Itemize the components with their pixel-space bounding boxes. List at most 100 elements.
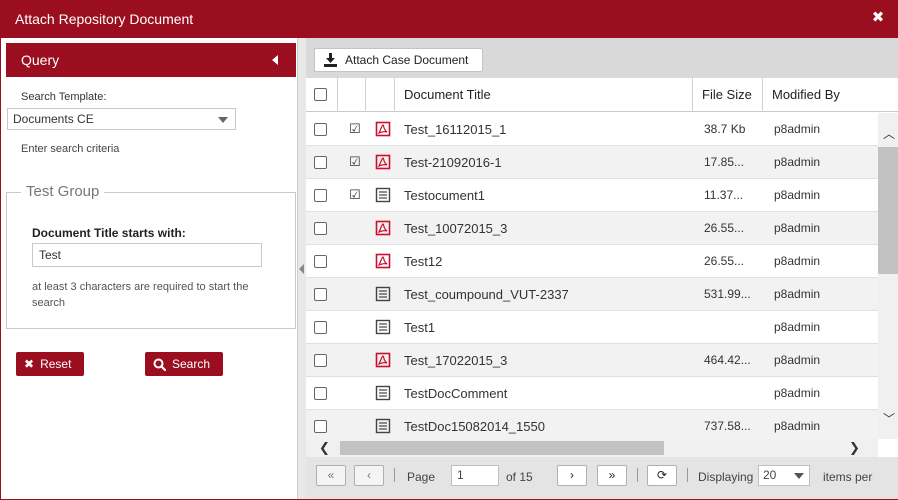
checked-out-icon: ☑ [349, 187, 361, 202]
table-row[interactable]: Test12 26.55... p8admin [306, 245, 878, 278]
search-button[interactable]: Search [145, 352, 223, 376]
row-checkbox[interactable] [314, 354, 327, 367]
row-checkbox[interactable] [314, 255, 327, 268]
table-row[interactable]: ☑ Test-21092016-1 17.85... p8admin [306, 146, 878, 179]
search-template-value: Documents CE [13, 112, 94, 126]
scroll-down-icon[interactable]: ﹀ [883, 410, 895, 427]
text-doc-icon [375, 187, 391, 203]
page-size-select[interactable]: 20 [758, 465, 810, 486]
displaying-label: Displaying [698, 470, 754, 484]
row-checkbox[interactable] [314, 420, 327, 433]
select-all-header [306, 78, 338, 112]
refresh-icon[interactable]: ⟳ [647, 465, 677, 486]
select-all-checkbox[interactable] [314, 88, 327, 101]
scroll-left-icon[interactable]: ❮ [319, 440, 330, 456]
pdf-icon [375, 154, 391, 170]
row-checkbox[interactable] [314, 387, 327, 400]
pane-splitter[interactable] [297, 38, 306, 499]
table-row[interactable]: ☑ Test_16112015_1 38.7 Kb p8admin [306, 113, 878, 146]
document-title[interactable]: Test12 [404, 254, 442, 269]
table-row[interactable]: Test_10072015_3 26.55... p8admin [306, 212, 878, 245]
table-row[interactable]: TestDocComment p8admin [306, 377, 878, 410]
query-header[interactable]: Query [6, 43, 296, 77]
reset-button[interactable]: ✖ Reset [16, 352, 84, 376]
pdf-icon [375, 121, 391, 137]
table-row[interactable]: Test_17022015_3 464.42... p8admin [306, 344, 878, 377]
criteria-hint: Enter search criteria [21, 143, 120, 155]
icon-column-header [366, 78, 395, 112]
modified-by: p8admin [774, 353, 821, 367]
status-column-header [338, 78, 366, 112]
splitter-arrow-icon[interactable] [299, 264, 304, 274]
table-row[interactable]: ☑ Testocument1 11.37... p8admin [306, 179, 878, 212]
col-file-size[interactable]: File Size [693, 78, 763, 112]
document-title[interactable]: Testocument1 [404, 188, 485, 203]
prev-page-button[interactable]: ‹ [354, 465, 384, 486]
file-size: 26.55... [704, 221, 745, 235]
document-title[interactable]: TestDoc15082014_1550 [404, 419, 545, 434]
attach-repository-dialog: Attach Repository Document ✖ Query Searc… [0, 0, 898, 500]
results-toolbar: Attach Case Document [306, 38, 898, 78]
chevron-down-icon [794, 473, 804, 479]
pdf-icon [375, 220, 391, 236]
min-chars-hint: at least 3 characters are required to st… [32, 281, 249, 309]
file-size: 737.58... [704, 419, 751, 433]
horizontal-scroll-thumb[interactable] [340, 441, 664, 455]
search-template-label: Search Template: [21, 91, 107, 103]
horizontal-scrollbar[interactable]: ❮ ❯ [306, 439, 878, 457]
row-checkbox[interactable] [314, 288, 327, 301]
file-size: 26.55... [704, 254, 745, 268]
row-checkbox[interactable] [314, 156, 327, 169]
scroll-up-icon[interactable]: ︿ [883, 125, 895, 142]
page-count-label: of 15 [506, 470, 533, 484]
pager-divider [687, 468, 688, 482]
modified-by: p8admin [774, 155, 821, 169]
title-field-label: Document Title starts with: [32, 226, 186, 240]
modified-by: p8admin [774, 386, 821, 400]
vertical-scroll-thumb[interactable] [878, 147, 898, 274]
modified-by: p8admin [774, 122, 821, 136]
scroll-right-icon[interactable]: ❯ [849, 440, 860, 456]
document-title[interactable]: Test_10072015_3 [404, 221, 507, 236]
page-label: Page [407, 470, 436, 484]
items-per-label: items per [823, 470, 873, 484]
close-icon[interactable]: ✖ [869, 9, 887, 27]
last-page-button[interactable]: » [597, 465, 627, 486]
row-checkbox[interactable] [314, 189, 327, 202]
table-row[interactable]: TestDoc15082014_1550 737.58... p8admin [306, 410, 878, 439]
modified-by: p8admin [774, 254, 821, 268]
document-title[interactable]: Test_16112015_1 [404, 122, 506, 137]
title-starts-with-input[interactable]: Test [32, 243, 262, 267]
col-document-title[interactable]: Document Title [395, 78, 693, 112]
modified-by: p8admin [774, 320, 821, 334]
dialog-title: Attach Repository Document [15, 11, 194, 27]
next-page-button[interactable]: › [557, 465, 587, 486]
row-checkbox[interactable] [314, 222, 327, 235]
row-checkbox[interactable] [314, 123, 327, 136]
row-checkbox[interactable] [314, 321, 327, 334]
document-title[interactable]: TestDocComment [404, 386, 507, 401]
collapse-left-icon[interactable] [272, 55, 278, 65]
page-number-input[interactable]: 1 [451, 465, 499, 486]
test-group-fieldset: Test Group Document Title starts with: T… [6, 183, 296, 329]
table-row[interactable]: Test_coumpound_VUT-2337 531.99... p8admi… [306, 278, 878, 311]
modified-by: p8admin [774, 287, 821, 301]
document-title[interactable]: Test_17022015_3 [404, 353, 507, 368]
query-header-label: Query [21, 52, 60, 68]
text-doc-icon [375, 418, 391, 434]
reset-label: Reset [40, 357, 72, 371]
attach-case-document-button[interactable]: Attach Case Document [314, 48, 483, 72]
document-title[interactable]: Test-21092016-1 [404, 155, 502, 170]
chevron-down-icon [218, 117, 228, 123]
table-row[interactable]: Test1 p8admin [306, 311, 878, 344]
document-title[interactable]: Test_coumpound_VUT-2337 [404, 287, 569, 302]
vertical-scrollbar[interactable]: ︿ ﹀ [878, 113, 898, 439]
col-modified-by[interactable]: Modified By [763, 78, 878, 112]
results-pane: Attach Case Document Document Title File… [306, 38, 898, 499]
first-page-button[interactable]: « [316, 465, 346, 486]
document-title[interactable]: Test1 [404, 320, 435, 335]
search-template-select[interactable]: Documents CE [7, 108, 236, 130]
pager-divider [637, 468, 638, 482]
checked-out-icon: ☑ [349, 121, 361, 136]
query-pane: Query Search Template: Documents CE Ente… [1, 38, 297, 499]
